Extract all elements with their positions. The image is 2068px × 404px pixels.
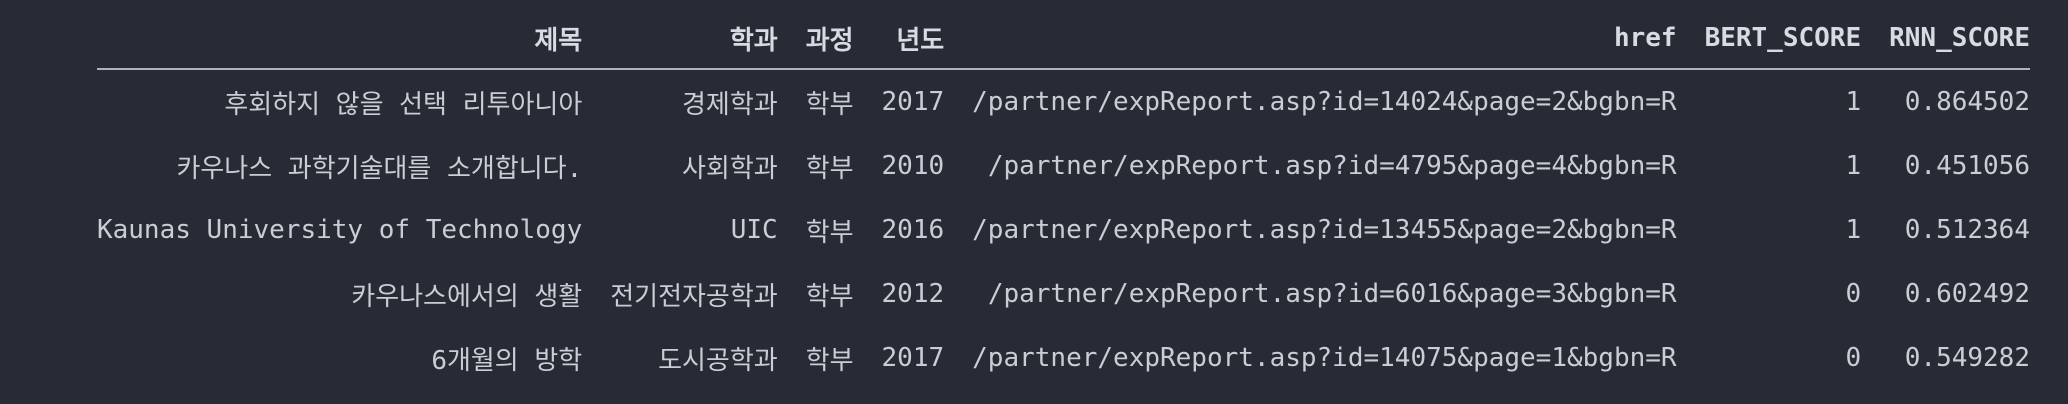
cell-title: Kaunas University of Technology — [96, 215, 583, 245]
cell-year: 2017 — [881, 87, 945, 117]
cell-rnn-score: 0.549282 — [1904, 343, 2030, 373]
cell-href: /partner/expReport.asp?id=4795&page=4&bg… — [987, 151, 1677, 181]
cell-program: 학부 — [805, 89, 854, 120]
table-row: Kaunas University of Technology UIC 학부 2… — [97, 198, 2030, 262]
cell-rnn-score: 0.512364 — [1904, 215, 2030, 245]
cell-year: 2012 — [881, 279, 945, 309]
cell-bert-score: 1 — [1845, 215, 1862, 245]
column-header-title: 제목 — [96, 8, 583, 70]
dataframe-table: 제목 학과 과정 년도 href BERT_SCORE RNN_SCORE 후회… — [96, 8, 2030, 390]
cell-rnn-score: 0.451056 — [1904, 151, 2030, 181]
cell-program: 학부 — [805, 217, 854, 248]
cell-title: 카우나스에서의 생활 — [351, 281, 583, 312]
cell-department: UIC — [730, 215, 778, 245]
cell-href: /partner/expReport.asp?id=14024&page=2&b… — [972, 87, 1677, 117]
cell-department: 사회학과 — [682, 153, 778, 184]
cell-program: 학부 — [805, 153, 854, 184]
cell-department: 전기전자공학과 — [610, 281, 778, 312]
cell-year: 2017 — [881, 343, 945, 373]
cell-rnn-score: 0.602492 — [1904, 279, 2030, 309]
column-header-year: 년도 — [853, 8, 945, 70]
table-header: 제목 학과 과정 년도 href BERT_SCORE RNN_SCORE — [96, 8, 2030, 70]
column-header-department: 학과 — [582, 8, 778, 70]
cell-href: /partner/expReport.asp?id=14075&page=1&b… — [972, 343, 1677, 373]
column-header-program: 과정 — [777, 8, 854, 70]
table-row: 후회하지 않을 선택 리투아니아 경제학과 학부 2017 /partner/e… — [97, 69, 2030, 134]
cell-title: 카우나스 과학기술대를 소개합니다. — [176, 153, 583, 184]
cell-year: 2010 — [881, 151, 945, 181]
table-row: 6개월의 방학 도시공학과 학부 2017 /partner/expReport… — [97, 326, 2030, 390]
cell-bert-score: 0 — [1845, 279, 1862, 309]
cell-program: 학부 — [805, 281, 854, 312]
column-header-rnn-score: RNN_SCORE — [1861, 8, 2030, 70]
cell-rnn-score: 0.864502 — [1904, 87, 2030, 117]
column-header-href: href — [944, 8, 1677, 70]
column-header-bert-score: BERT_SCORE — [1676, 8, 1862, 70]
table-row: 카우나스에서의 생활 전기전자공학과 학부 2012 /partner/expR… — [97, 262, 2030, 326]
cell-bert-score: 1 — [1845, 87, 1862, 117]
table-row: 카우나스 과학기술대를 소개합니다. 사회학과 학부 2010 /partner… — [97, 134, 2030, 198]
cell-department: 경제학과 — [682, 89, 778, 120]
table-body: 후회하지 않을 선택 리투아니아 경제학과 학부 2017 /partner/e… — [97, 69, 2030, 390]
cell-title: 6개월의 방학 — [431, 345, 583, 376]
header-row: 제목 학과 과정 년도 href BERT_SCORE RNN_SCORE — [96, 8, 2030, 70]
cell-href: /partner/expReport.asp?id=13455&page=2&b… — [972, 215, 1677, 245]
cell-bert-score: 1 — [1845, 151, 1862, 181]
cell-year: 2016 — [881, 215, 945, 245]
cell-href: /partner/expReport.asp?id=6016&page=3&bg… — [987, 279, 1677, 309]
cell-department: 도시공학과 — [658, 345, 778, 376]
cell-bert-score: 0 — [1845, 343, 1862, 373]
cell-title: 후회하지 않을 선택 리투아니아 — [224, 89, 583, 120]
dataframe-output: 제목 학과 과정 년도 href BERT_SCORE RNN_SCORE 후회… — [0, 0, 2068, 404]
cell-program: 학부 — [805, 345, 854, 376]
